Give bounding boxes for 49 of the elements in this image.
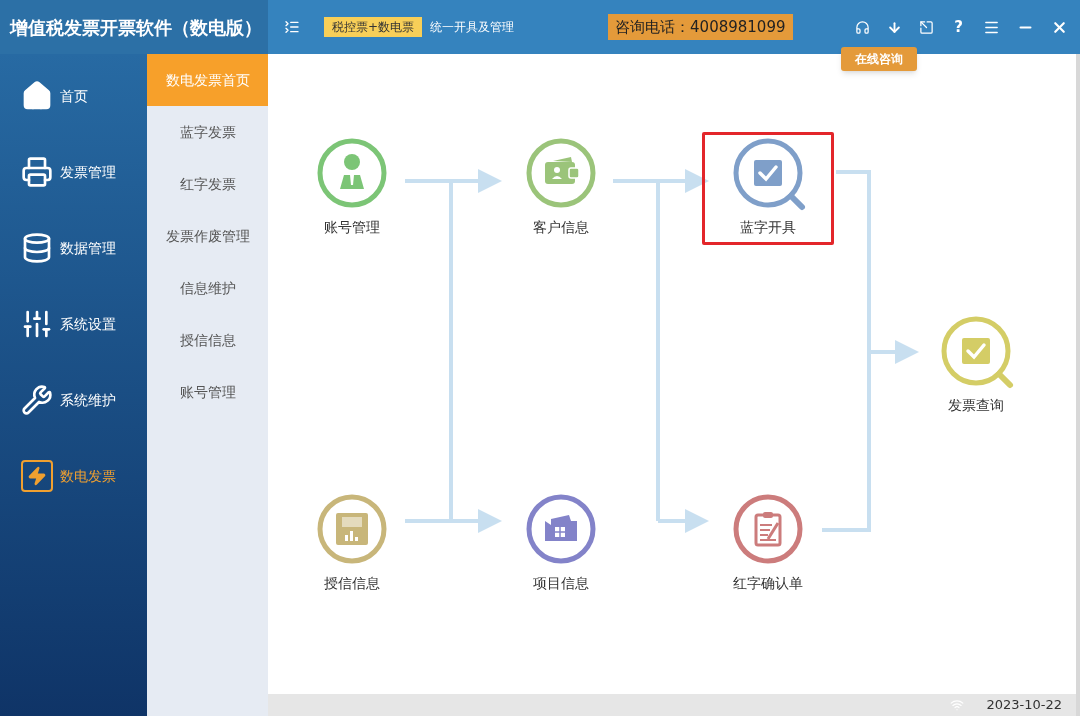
flow-node[interactable]: 发票查询 bbox=[910, 310, 1042, 423]
hotline-badge: 咨询电话：4008981099 bbox=[608, 13, 793, 41]
sidebar-item[interactable]: 数据管理 bbox=[21, 228, 147, 268]
wrench-icon bbox=[21, 384, 53, 416]
submenu-item[interactable]: 红字发票 bbox=[147, 158, 268, 210]
flow-node[interactable]: 红字确认单 bbox=[702, 488, 834, 601]
sidebar-item[interactable]: 发票管理 bbox=[21, 152, 147, 192]
headset-button[interactable] bbox=[855, 19, 870, 35]
wallet-icon bbox=[525, 137, 597, 209]
window-title: 增值税发票开票软件（数电版） bbox=[0, 0, 268, 54]
subtitle: 统一开具及管理 bbox=[430, 19, 515, 36]
submenu-item[interactable]: 蓝字发票 bbox=[147, 106, 268, 158]
sidebar-item[interactable]: 首页 bbox=[21, 76, 147, 116]
node-label: 项目信息 bbox=[533, 574, 589, 593]
node-label: 账号管理 bbox=[324, 218, 380, 237]
submenu-item[interactable]: 信息维护 bbox=[147, 262, 268, 314]
database-icon bbox=[21, 232, 53, 264]
node-label: 客户信息 bbox=[533, 218, 589, 237]
menu-collapse-icon[interactable] bbox=[284, 19, 300, 35]
tooltip: 在线咨询 bbox=[841, 46, 917, 71]
report-icon bbox=[316, 493, 388, 565]
submenu-item[interactable]: 授信信息 bbox=[147, 314, 268, 366]
window-button[interactable] bbox=[919, 19, 934, 35]
flow-node[interactable]: 客户信息 bbox=[495, 132, 627, 245]
status-date: 2023-10-22 bbox=[986, 696, 1062, 715]
flow-node[interactable]: 授信信息 bbox=[286, 488, 418, 601]
node-label: 红字确认单 bbox=[733, 574, 803, 593]
home-icon bbox=[21, 80, 53, 112]
sliders-icon bbox=[21, 308, 53, 340]
submenu-item[interactable]: 账号管理 bbox=[147, 366, 268, 418]
wifi-icon bbox=[950, 698, 965, 712]
flow-node[interactable]: 项目信息 bbox=[495, 488, 627, 601]
product-badge: 税控票+数电票 bbox=[324, 17, 423, 37]
flow-node[interactable]: 账号管理 bbox=[286, 132, 418, 245]
node-label: 发票查询 bbox=[948, 396, 1004, 415]
lightning-icon bbox=[21, 460, 53, 492]
sidebar-item[interactable]: 数电发票 bbox=[21, 456, 147, 496]
sidebar-item[interactable]: 系统设置 bbox=[21, 304, 147, 344]
help-button[interactable]: ? bbox=[951, 19, 966, 35]
flow-node[interactable]: 蓝字开具 bbox=[702, 132, 834, 245]
sidebar-item[interactable]: 系统维护 bbox=[21, 380, 147, 420]
node-label: 授信信息 bbox=[324, 574, 380, 593]
download-button[interactable] bbox=[887, 19, 902, 35]
factory-icon bbox=[525, 493, 597, 565]
node-label: 蓝字开具 bbox=[740, 218, 796, 237]
person-icon bbox=[316, 137, 388, 209]
printer-icon bbox=[21, 156, 53, 188]
submenu-item[interactable]: 发票作废管理 bbox=[147, 210, 268, 262]
clipboard-icon bbox=[732, 493, 804, 565]
